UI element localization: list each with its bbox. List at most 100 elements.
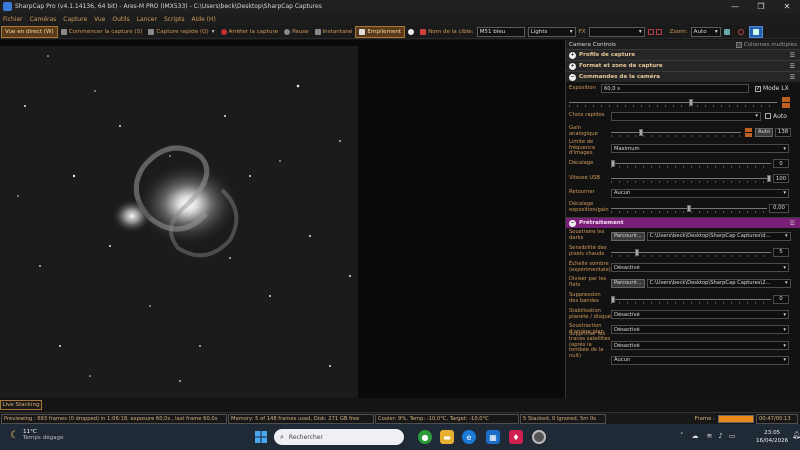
gain-auto-button[interactable]: Auto [755,127,774,137]
toolbar: Vue en direct (W) Commencer la capture (… [0,25,800,39]
quick-choice-select[interactable]: ▾ [611,111,761,121]
offset-value[interactable]: 0 [773,159,789,168]
menu-icon[interactable]: ☰ [790,74,795,81]
exposure-slider[interactable] [569,98,777,107]
chevron-down-icon: ▾ [714,28,718,35]
exposure-gain-offset-slider[interactable] [611,204,767,213]
section-format-zone[interactable]: + Format et zone de capture ☰ [566,60,800,71]
menu-view[interactable]: Vue [94,16,105,23]
record-indicator[interactable] [405,26,417,38]
minimize-button[interactable]: — [722,0,748,13]
satellite-row: Supprimer les traces satellites (après l… [566,331,800,359]
taskbar-search-box[interactable]: ⌕ Rechercher [274,429,404,445]
galaxy-image[interactable] [0,46,358,398]
planet-stab-select[interactable]: Désactivé ▾ [611,310,789,319]
chevron-down-icon: ▾ [783,326,786,333]
chevron-up-icon[interactable]: ˄ [680,432,684,440]
chevron-down-icon: ▾ [784,280,788,286]
satellite-select[interactable]: Désactivé ▾ [611,341,789,350]
menu-scripts[interactable]: Scripts [164,16,185,23]
weather-widget[interactable]: ☾ 11°C Temps dégagé [10,429,64,441]
menu-help[interactable]: Aide (H) [192,16,216,23]
exposure-select[interactable]: 60,0 s [601,84,749,93]
frame-type-select[interactable]: Lights ▾ [527,26,576,37]
exposure-gain-offset-value[interactable]: 0,00 [769,203,789,213]
sharpcap-taskbar-icon[interactable] [532,430,546,444]
chevron-down-icon[interactable]: ▾ [212,29,215,35]
quick-capture-button[interactable]: Capture rapide (Q) ▾ [145,26,217,38]
section-preprocessing[interactable]: − Prétraitement ☰ [566,217,800,228]
quick-choice-auto-checkbox[interactable] [765,113,771,119]
menu-cameras[interactable]: Caméras [30,16,57,23]
menu-tools[interactable]: Outils [112,16,129,23]
frame-rate-limit-select[interactable]: Maximum ▾ [611,144,789,153]
green-app-icon[interactable]: ● [418,430,432,444]
volume-icon[interactable]: ♪ [718,432,722,440]
fx-tool-icons[interactable] [645,26,667,38]
banding-slider[interactable] [611,295,771,304]
media-app-icon[interactable]: ♦ [509,430,523,444]
fx-label: FX [578,28,586,35]
frame-progress-fill [719,415,753,422]
divide-flats-browse-button[interactable]: Parcourir... [611,278,645,288]
section-capture-profiles[interactable]: + Profils de capture ☰ [566,49,800,60]
close-button[interactable]: ✕ [774,0,800,13]
divide-flats-path[interactable]: C:\Users\beck\Desktop\SharpCap Captures\… [646,278,791,288]
hot-pixel-value[interactable]: 5 [773,247,789,257]
lx-mode-checkbox[interactable]: ✓ [755,85,761,92]
wifi-icon[interactable]: ≋ [707,432,713,440]
menu-icon[interactable]: ☰ [790,63,795,70]
cloud-icon[interactable]: ☁ [692,432,699,440]
exposure-stepper[interactable] [782,96,790,108]
windows-start-icon[interactable] [254,430,268,444]
usb-speed-slider[interactable] [611,174,771,183]
stack-button[interactable]: Empilement [355,25,406,38]
pin-button[interactable] [748,25,763,38]
multi-columns-toggle[interactable]: Colonnes multiples [735,41,797,48]
live-view-button[interactable]: Vue en direct (W) [1,25,58,38]
clock[interactable]: 23:05 16/04/2026 [756,429,788,445]
menu-file[interactable]: Fichier [3,16,23,23]
multi-columns-checkbox[interactable] [735,41,742,48]
flip-select[interactable]: Aucun ▾ [611,188,789,198]
snapshot-button[interactable]: Instantané [312,26,356,38]
edge-browser-icon[interactable]: e [462,430,476,444]
gain-slider[interactable] [611,128,741,137]
usb-speed-value[interactable]: 100 [773,174,789,183]
notification-bell-icon[interactable]: 🔔︎ [792,431,800,439]
subtract-darks-path[interactable]: C:\Users\beck\Desktop\SharpCap Captures\… [646,231,791,241]
live-stacking-tab[interactable]: Live Stacking [0,400,42,410]
stack-status: 5 Stacked, 0 Ignored, 5m 0s [520,413,606,424]
offset-slider[interactable] [611,159,771,168]
target-name-input[interactable]: M51 bleu [476,26,525,37]
focus-button[interactable] [735,26,749,38]
zoom-select[interactable]: Auto ▾ [690,26,721,37]
menu-launch[interactable]: Lancer [137,16,157,23]
menu-icon[interactable]: ☰ [790,220,795,227]
file-explorer-icon[interactable]: ▬ [440,430,454,444]
battery-icon[interactable]: ▭ [729,432,736,440]
section-camera-controls[interactable]: − Commandes de la caméra ☰ [566,71,800,82]
gain-stepper[interactable] [745,127,752,137]
gain-label: Gain analogique [569,125,598,137]
store-app-icon[interactable]: ▦ [486,430,500,444]
bg-subtract-select[interactable]: Désactivé ▾ [611,325,789,334]
fx-select[interactable]: ▾ [588,26,645,37]
expand-plus-icon: + [569,51,576,59]
stop-capture-button[interactable]: Arrêter la capture [218,26,282,38]
dark-scale-select[interactable]: Désactivé ▾ [611,263,789,272]
menu-icon[interactable]: ☰ [790,52,795,59]
last-select[interactable]: Aucun ▾ [611,355,789,365]
menu-capture[interactable]: Capture [63,16,87,23]
subtract-darks-browse-button[interactable]: Parcourir... [611,231,645,241]
pause-button[interactable]: Pause [281,26,311,38]
banding-value[interactable]: 0 [773,294,789,304]
gain-value[interactable]: 138 [775,127,792,137]
start-capture-button[interactable]: Commencer la capture (S) [58,26,146,38]
system-tray[interactable]: ˄ ☁ ≋ ♪ ▭ [680,432,735,440]
hot-pixel-slider[interactable] [611,248,771,257]
target-name-label: Nom de la cible: [417,26,476,38]
maximize-button[interactable]: ❐ [748,0,774,13]
histogram-button[interactable] [721,26,735,38]
usb-speed-label: Vitesse USB [569,174,600,181]
